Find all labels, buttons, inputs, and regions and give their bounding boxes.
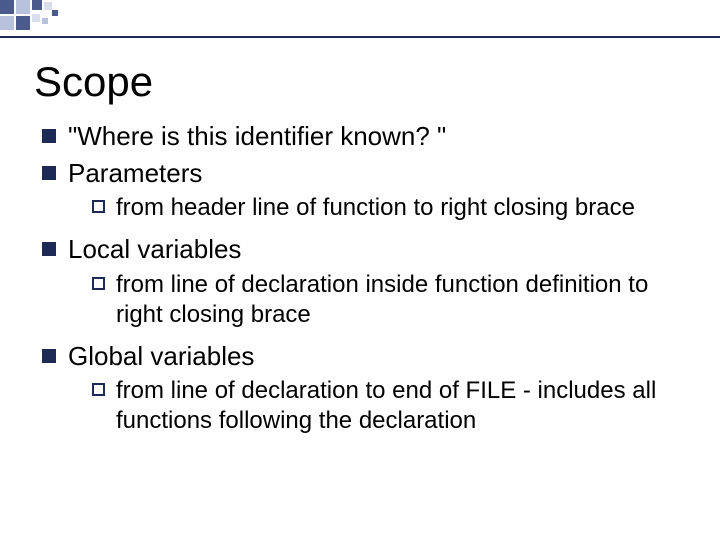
list-item-text: "Where is this identifier known? " — [68, 121, 446, 151]
sub-list: from line of declaration to end of FILE … — [90, 376, 700, 436]
list-item-text: Global variables — [68, 341, 254, 371]
list-item-text: from header line of function to right cl… — [116, 194, 635, 221]
list-item: Parameters from header line of function … — [40, 157, 700, 224]
sub-list: from line of declaration inside function… — [90, 270, 700, 330]
list-item: Global variables from line of declaratio… — [40, 340, 700, 437]
sub-list: from header line of function to right cl… — [90, 193, 700, 223]
list-item-text: Local variables — [68, 234, 241, 264]
slide-content: Scope "Where is this identifier known? "… — [34, 50, 700, 446]
slide: Scope "Where is this identifier known? "… — [0, 0, 720, 540]
list-item: "Where is this identifier known? " — [40, 120, 700, 153]
horizontal-rule — [0, 36, 720, 38]
list-item: Local variables from line of declaration… — [40, 233, 700, 330]
list-item-text: from line of declaration inside function… — [116, 271, 648, 328]
list-item-text: Parameters — [68, 158, 202, 188]
bullet-list: "Where is this identifier known? " Param… — [40, 120, 700, 436]
list-item-text: from line of declaration to end of FILE … — [116, 377, 656, 434]
list-item: from line of declaration to end of FILE … — [90, 376, 700, 436]
corner-decoration — [0, 0, 140, 36]
list-item: from header line of function to right cl… — [90, 193, 700, 223]
slide-title: Scope — [34, 58, 700, 106]
list-item: from line of declaration inside function… — [90, 270, 700, 330]
